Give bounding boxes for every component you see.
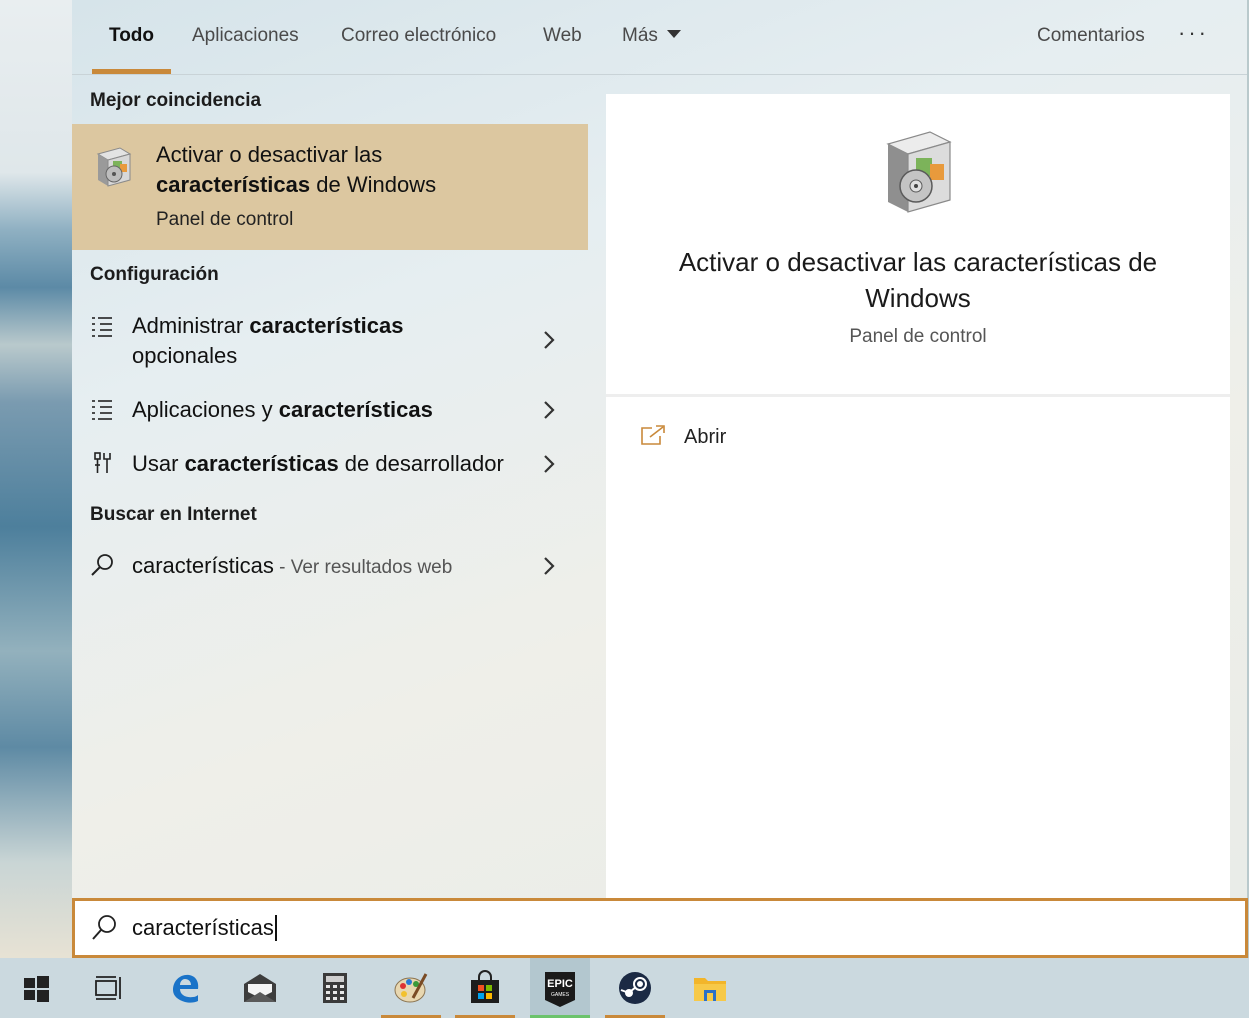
steam-icon [619,972,651,1004]
label-highlight: características [249,313,404,338]
settings-item-optional-features[interactable]: Administrar características opcionales [72,308,588,378]
epic-games-button[interactable]: EPIC GAMES [530,958,590,1018]
open-external-icon [641,425,665,445]
settings-item-developer-features-label: Usar características de desarrollador [132,449,504,479]
epic-logo-subtext: GAMES [551,992,570,998]
open-button[interactable]: Abrir [640,424,726,454]
tab-mas[interactable]: Más [622,0,681,75]
label-suffix: de desarrollador [338,451,504,476]
tab-correo-label: Correo electrónico [341,25,497,46]
calculator-button[interactable] [305,958,365,1018]
mail-button[interactable] [230,958,290,1018]
more-options-button[interactable]: ··· [1178,0,1209,66]
open-label: Abrir [684,426,727,448]
list-settings-icon [92,400,112,420]
task-view-icon [95,976,121,1000]
preview-title: Activar o desactivar las características… [678,247,1158,313]
chevron-right-icon [544,557,555,575]
developer-tools-icon [94,452,111,473]
settings-item-optional-features-label: Administrar características [132,311,403,341]
search-box[interactable]: características [72,898,1248,958]
windows-features-icon [96,147,132,187]
web-search-label: características - Ver resultados web [132,551,452,583]
edge-browser-button[interactable] [155,958,215,1018]
preview-subtitle: Panel de control [849,326,987,347]
start-button[interactable] [6,958,66,1018]
file-explorer-icon [694,978,726,1001]
label-prefix: Administrar [132,313,250,338]
caret-down-icon [666,29,681,38]
tab-aplicaciones-label: Aplicaciones [192,25,299,46]
epic-games-icon: EPIC GAMES [545,972,575,1007]
search-input[interactable]: características [132,915,277,941]
desktop-background [0,0,72,958]
more-options-label: ··· [1178,20,1209,45]
settings-item-developer-features[interactable]: Usar características de desarrollador [72,448,588,482]
label-prefix: Aplicaciones y [132,397,279,422]
feedback-link[interactable]: Comentarios [1037,0,1145,75]
file-explorer-button[interactable] [680,958,740,1018]
section-title-web: Buscar en Internet [90,504,257,525]
steam-button[interactable] [605,958,665,1018]
tab-correo[interactable]: Correo electrónico [341,0,496,75]
chevron-right-icon [544,455,555,473]
best-match-title-line2: características de Windows [156,172,436,198]
edge-browser-icon [173,974,199,1003]
settings-item-optional-features-line2: opcionales [132,343,238,368]
search-panel: Todo Aplicaciones Correo electrónico Web… [72,0,1247,958]
best-match-title-line1: Activar o desactivar las [156,142,383,167]
settings-item-apps-features-label: Aplicaciones y características [132,395,433,425]
preview-pane: Activar o desactivar las características… [606,94,1230,898]
windows-features-icon [886,131,952,213]
search-tabs: Todo Aplicaciones Correo electrónico Web… [72,0,1247,75]
tab-todo[interactable]: Todo [109,0,154,75]
web-search-suffix: - Ver resultados web [273,557,453,578]
tab-mas-label: Más [622,25,658,46]
tab-todo-label: Todo [109,25,155,46]
microsoft-store-button[interactable] [455,958,515,1018]
paint-icon [394,973,428,1003]
best-match-title-rest: de Windows [310,172,437,197]
task-view-button[interactable] [78,958,138,1018]
label-prefix: Usar [132,451,185,476]
chevron-right-icon [544,401,555,419]
preview-divider [606,394,1230,397]
list-settings-icon [92,317,112,337]
chevron-right-icon [544,331,555,349]
microsoft-store-icon [471,970,499,1003]
paint-button[interactable] [381,958,441,1018]
tab-aplicaciones[interactable]: Aplicaciones [192,0,299,75]
taskbar: EPIC GAMES [0,958,1249,1018]
mail-icon [244,974,276,1002]
search-icon [92,915,116,940]
settings-item-apps-features[interactable]: Aplicaciones y características [72,394,588,428]
feedback-label: Comentarios [1037,25,1145,46]
epic-logo-text: EPIC [547,978,573,990]
section-title-best-match: Mejor coincidencia [90,90,262,111]
calculator-icon [323,973,347,1003]
section-title-settings: Configuración [90,264,219,285]
best-match-title-highlight: características [156,172,311,197]
active-tab-indicator [92,69,171,74]
best-match-subtitle: Panel de control [156,209,294,230]
label-highlight: características [184,451,339,476]
web-search-result[interactable]: características - Ver resultados web [72,550,588,584]
tab-web[interactable]: Web [543,0,582,75]
best-match-result[interactable]: Activar o desactivar las características… [72,124,588,250]
web-search-query: características [132,553,274,578]
label-highlight: características [278,397,433,422]
start-windows-icon [24,976,49,1002]
tab-web-label: Web [543,25,582,46]
search-icon [91,554,113,576]
